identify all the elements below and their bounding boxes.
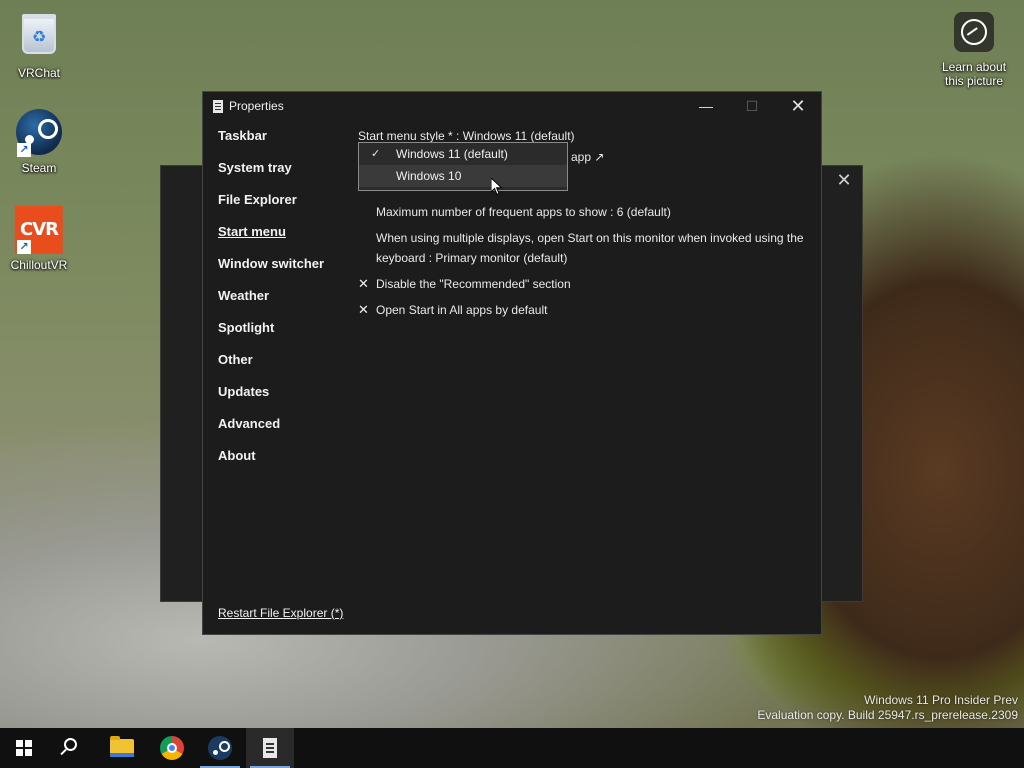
disable-recommended-label: Disable the "Recommended" section: [376, 277, 571, 291]
taskbar-chrome[interactable]: [148, 728, 196, 768]
maximize-button[interactable]: ☐: [729, 92, 775, 120]
close-button[interactable]: ✕: [775, 92, 821, 120]
nav-item-file-explorer[interactable]: File Explorer: [218, 186, 348, 218]
desktop-icon-chilloutvr[interactable]: CVR ↗ ChilloutVR: [1, 206, 77, 272]
start-menu-style-dropdown[interactable]: ✓ Windows 11 (default) Windows 10: [358, 142, 568, 191]
watermark-line-1: Windows 11 Pro Insider Prev: [864, 693, 1018, 707]
camera-info-icon: [954, 12, 994, 52]
settings-nav: Taskbar System tray File Explorer Start …: [218, 122, 348, 474]
chilloutvr-icon: CVR ↗: [15, 206, 63, 254]
search-button[interactable]: [48, 728, 96, 768]
nav-item-about[interactable]: About: [218, 442, 348, 474]
steam-icon: ↗: [15, 109, 63, 157]
nav-item-window-switcher[interactable]: Window switcher: [218, 250, 348, 282]
search-icon: [64, 738, 77, 751]
watermark-line-2: Evaluation copy. Build 25947.rs_prerelea…: [757, 708, 1018, 722]
nav-item-weather[interactable]: Weather: [218, 282, 348, 314]
chrome-icon: [160, 736, 184, 760]
window-title: Properties: [229, 99, 284, 113]
nav-item-system-tray[interactable]: System tray: [218, 154, 348, 186]
start-button[interactable]: [0, 728, 48, 768]
desktop-icon-label: Steam: [21, 161, 57, 175]
open-app-link[interactable]: app ↗: [571, 150, 604, 164]
minimize-button[interactable]: —: [683, 92, 729, 120]
dropdown-option-windows-10[interactable]: Windows 10: [359, 165, 567, 187]
learn-about-label-2: this picture: [944, 74, 1004, 88]
recycle-bin-icon: ♻: [15, 14, 63, 62]
desktop-icon-steam[interactable]: ↗ Steam: [1, 108, 77, 175]
taskbar-properties[interactable]: [246, 728, 294, 768]
nav-item-updates[interactable]: Updates: [218, 378, 348, 410]
desktop-icon-label: VRChat: [17, 66, 61, 80]
desktop-icon-vrchat[interactable]: ♻ VRChat: [1, 10, 77, 80]
dropdown-option-label: Windows 10: [396, 169, 462, 183]
nav-item-other[interactable]: Other: [218, 346, 348, 378]
shortcut-arrow-icon: ↗: [17, 240, 31, 254]
open-all-apps-setting[interactable]: ✕ Open Start in All apps by default: [358, 300, 798, 320]
title-bar[interactable]: Properties — ☐ ✕: [203, 92, 821, 120]
dropdown-option-windows-11[interactable]: ✓ Windows 11 (default): [359, 143, 567, 165]
nav-item-spotlight[interactable]: Spotlight: [218, 314, 348, 346]
frequent-apps-setting[interactable]: Maximum number of frequent apps to show …: [376, 202, 804, 222]
taskbar-file-explorer[interactable]: [98, 728, 146, 768]
taskbar: [0, 728, 1024, 768]
desktop-icon-label: ChilloutVR: [10, 258, 68, 272]
evaluation-watermark: Windows 11 Pro Insider Prev Evaluation c…: [757, 693, 1018, 723]
taskbar-steam[interactable]: [196, 728, 244, 768]
restart-file-explorer-link[interactable]: Restart File Explorer (*): [218, 606, 343, 620]
nav-item-start-menu[interactable]: Start menu: [218, 218, 348, 250]
x-mark-icon: ✕: [358, 276, 369, 291]
file-explorer-icon: [110, 736, 134, 757]
shortcut-arrow-icon: ↗: [17, 143, 31, 157]
start-icon: [16, 740, 32, 756]
steam-icon: [208, 736, 232, 760]
nav-item-taskbar[interactable]: Taskbar: [218, 122, 348, 154]
multi-display-setting[interactable]: When using multiple displays, open Start…: [376, 228, 804, 268]
learn-about-label-1: Learn about: [941, 60, 1007, 74]
x-mark-icon: ✕: [358, 302, 369, 317]
dropdown-option-label: Windows 11 (default): [396, 147, 508, 161]
learn-about-picture[interactable]: Learn about this picture: [936, 12, 1012, 88]
open-all-apps-label: Open Start in All apps by default: [376, 303, 548, 317]
properties-window: Properties — ☐ ✕ Taskbar System tray Fil…: [202, 91, 822, 635]
background-window-close-button[interactable]: ✕: [834, 170, 854, 190]
disable-recommended-setting[interactable]: ✕ Disable the "Recommended" section: [358, 274, 798, 294]
properties-app-icon: [213, 99, 223, 113]
checkmark-icon: ✓: [371, 148, 381, 160]
properties-icon: [263, 738, 277, 758]
nav-item-advanced[interactable]: Advanced: [218, 410, 348, 442]
